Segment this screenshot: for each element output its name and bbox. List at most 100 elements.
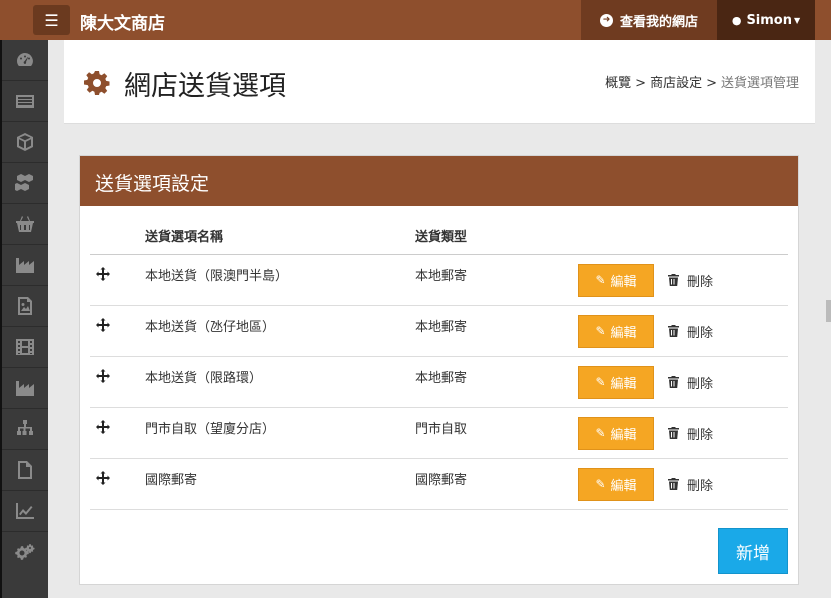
- delete-button[interactable]: 刪除: [668, 322, 713, 341]
- move-cell: [90, 305, 145, 357]
- move-icon[interactable]: [96, 317, 110, 336]
- sidebar-item-stats[interactable]: [2, 368, 48, 409]
- table-row: 本地送貨（氹仔地區） 本地郵寄 ✎ 編輯 刪除: [90, 305, 788, 357]
- trash-icon: [668, 478, 679, 490]
- edit-button[interactable]: ✎ 編輯: [578, 365, 654, 399]
- pencil-icon: ✎: [595, 375, 606, 389]
- page-title: 網店送貨選項: [124, 71, 286, 102]
- add-button[interactable]: 新增: [718, 528, 788, 574]
- page-header: 網店送貨選項 概覽 > 商店設定 > 送貨選項管理: [64, 40, 815, 124]
- option-type: 門市自取: [415, 407, 578, 459]
- delete-label: 刪除: [687, 478, 714, 494]
- column-header-type: 送貨類型: [415, 218, 578, 255]
- sidebar-item-settings[interactable]: [2, 532, 48, 573]
- file-icon: [18, 461, 32, 479]
- dashboard-icon: [17, 53, 33, 66]
- move-cell: [90, 458, 145, 510]
- image-icon: [18, 297, 32, 315]
- move-icon[interactable]: [96, 419, 110, 438]
- sidebar-item-orders[interactable]: [2, 204, 48, 245]
- sidebar-item-analytics[interactable]: [2, 491, 48, 532]
- delete-button[interactable]: 刪除: [668, 271, 713, 290]
- trash-icon: [668, 274, 679, 286]
- sidebar: [2, 40, 48, 598]
- sitemap-icon: [17, 420, 33, 435]
- sidebar-item-pages[interactable]: [2, 450, 48, 491]
- actions-cell: ✎ 編輯 刪除: [578, 407, 788, 459]
- shipping-options-panel: 送貨選項設定 送貨選項名稱 送貨類型 本地送貨（限澳門半島） 本地郵寄 ✎ 編輯 刪除本…: [79, 155, 799, 585]
- option-name: 本地送貨（限澳門半島）: [145, 254, 415, 306]
- edit-label: 編輯: [610, 427, 637, 443]
- edit-button[interactable]: ✎ 編輯: [578, 314, 654, 348]
- actions-cell: ✎ 編輯 刪除: [578, 458, 788, 510]
- edit-button[interactable]: ✎ 編輯: [578, 263, 654, 297]
- actions-cell: ✎ 編輯 刪除: [578, 305, 788, 357]
- move-icon[interactable]: [96, 266, 110, 285]
- breadcrumb-current: 送貨選項管理: [720, 76, 799, 91]
- view-shop-label: 查看我的網店: [619, 14, 698, 30]
- top-bar: ☰ 陳大文商店 ➜ 查看我的網店 ● Simon ▼: [0, 0, 831, 40]
- edit-label: 編輯: [610, 325, 637, 341]
- option-name: 門市自取（望廈分店）: [145, 407, 415, 459]
- edit-label: 編輯: [610, 478, 637, 494]
- sidebar-item-products[interactable]: [2, 122, 48, 163]
- menu-toggle-button[interactable]: ☰: [33, 5, 70, 35]
- option-name: 本地送貨（限路環）: [145, 356, 415, 408]
- user-menu[interactable]: ● Simon ▼: [717, 0, 815, 40]
- scrollbar[interactable]: [826, 300, 831, 322]
- sidebar-item-images[interactable]: [2, 286, 48, 327]
- trash-icon: [668, 376, 679, 388]
- table-row: 門市自取（望廈分店） 門市自取 ✎ 編輯 刪除: [90, 407, 788, 459]
- delete-button[interactable]: 刪除: [668, 424, 713, 443]
- trash-icon: [668, 427, 679, 439]
- sidebar-item-list[interactable]: [2, 81, 48, 122]
- pencil-icon: ✎: [595, 273, 606, 287]
- delete-label: 刪除: [687, 427, 714, 443]
- option-type: 國際郵寄: [415, 458, 578, 510]
- option-name: 國際郵寄: [145, 458, 415, 510]
- edit-label: 編輯: [610, 376, 637, 392]
- boxes-icon: [15, 174, 33, 191]
- trash-icon: [668, 325, 679, 337]
- shipping-options-table: 送貨選項名稱 送貨類型 本地送貨（限澳門半島） 本地郵寄 ✎ 編輯 刪除 本地送貨（氹仔地…: [90, 218, 788, 510]
- delete-label: 刪除: [687, 376, 714, 392]
- option-name: 本地送貨（氹仔地區）: [145, 305, 415, 357]
- sidebar-item-reports[interactable]: [2, 245, 48, 286]
- list-icon: [16, 95, 34, 108]
- sidebar-item-dashboard[interactable]: [2, 40, 48, 81]
- move-cell: [90, 254, 145, 306]
- actions-cell: ✎ 編輯 刪除: [578, 254, 788, 306]
- gear-icon: [84, 70, 110, 96]
- option-type: 本地郵寄: [415, 254, 578, 306]
- move-cell: [90, 407, 145, 459]
- hamburger-icon: ☰: [44, 10, 59, 30]
- panel-title: 送貨選項設定: [80, 156, 798, 206]
- table-row: 本地送貨（限澳門半島） 本地郵寄 ✎ 編輯 刪除: [90, 254, 788, 306]
- sidebar-item-structure[interactable]: [2, 409, 48, 450]
- move-icon[interactable]: [96, 368, 110, 387]
- move-icon[interactable]: [96, 470, 110, 489]
- option-type: 本地郵寄: [415, 356, 578, 408]
- breadcrumb-shop-settings[interactable]: 商店設定: [650, 76, 702, 91]
- sidebar-item-inventory[interactable]: [2, 163, 48, 204]
- view-shop-button[interactable]: ➜ 查看我的網店: [581, 0, 717, 40]
- delete-button[interactable]: 刪除: [668, 475, 713, 494]
- option-type: 本地郵寄: [415, 305, 578, 357]
- delete-button[interactable]: 刪除: [668, 373, 713, 392]
- user-icon: ●: [731, 13, 742, 27]
- column-header-move: [90, 218, 145, 255]
- pencil-icon: ✎: [595, 324, 606, 338]
- pencil-icon: ✎: [595, 477, 606, 491]
- breadcrumb-overview[interactable]: 概覽: [605, 76, 631, 91]
- pencil-icon: ✎: [595, 426, 606, 440]
- edit-button[interactable]: ✎ 編輯: [578, 416, 654, 450]
- table-row: 國際郵寄 國際郵寄 ✎ 編輯 刪除: [90, 458, 788, 510]
- sidebar-item-media[interactable]: [2, 327, 48, 368]
- basket-icon: [16, 216, 34, 232]
- gears-icon: [15, 543, 35, 560]
- film-icon: [16, 339, 34, 355]
- edit-button[interactable]: ✎ 編輯: [578, 467, 654, 501]
- brand-name[interactable]: 陳大文商店: [80, 9, 165, 34]
- column-header-name: 送貨選項名稱: [145, 218, 415, 255]
- factory-icon: [16, 381, 34, 396]
